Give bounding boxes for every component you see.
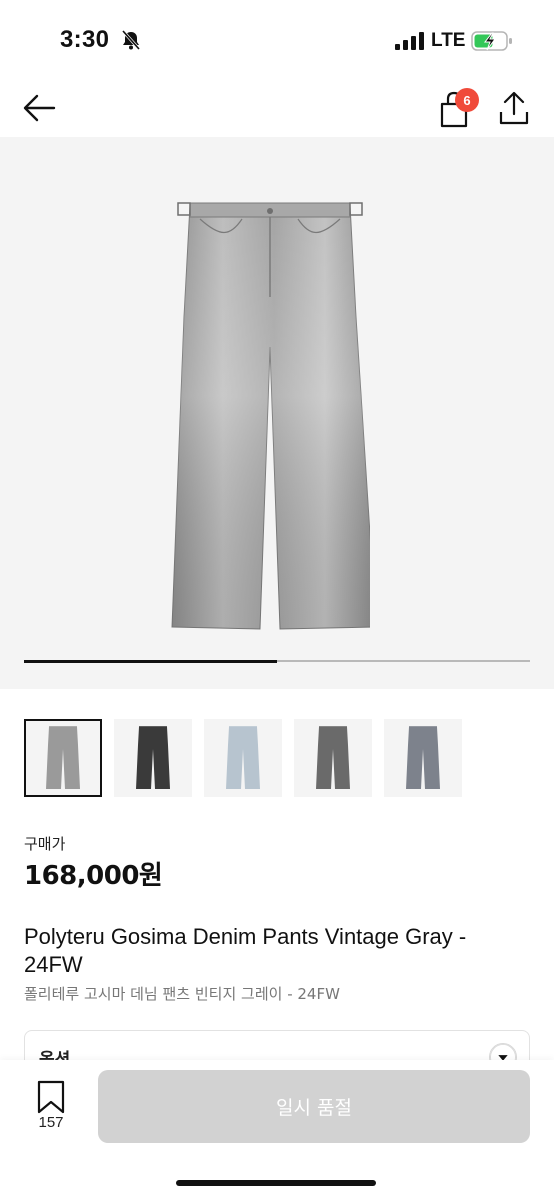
thumbnail-jeans-image (136, 726, 170, 789)
price-label: 구매가 (24, 835, 66, 853)
product-image (171, 202, 370, 630)
thumbnail-3[interactable] (204, 719, 282, 797)
back-arrow-icon[interactable] (20, 90, 60, 126)
thumbnail-jeans-image (226, 726, 260, 789)
gallery-progress-track (24, 659, 530, 663)
bell-off-icon (121, 30, 141, 50)
bottom-action-bar: 157 일시 품절 (0, 1060, 554, 1200)
status-bar: 3:30 LTE (0, 0, 554, 80)
status-time: 3:30 (60, 26, 110, 53)
soldout-button[interactable]: 일시 품절 (98, 1070, 530, 1143)
thumbnail-1[interactable] (24, 719, 102, 797)
gallery-progress-fill (24, 659, 277, 663)
price-value: 168,000원 (24, 861, 163, 891)
bookmark-icon[interactable] (36, 1080, 66, 1114)
product-image-gallery[interactable] (0, 137, 554, 689)
battery-charging-icon (471, 31, 512, 51)
thumbnail-5[interactable] (384, 719, 462, 797)
signal-icon (395, 32, 424, 50)
network-type: LTE (431, 30, 466, 51)
wish-count: 157 (38, 1114, 64, 1131)
thumbnail-2[interactable] (114, 719, 192, 797)
cart-count-badge: 6 (455, 88, 479, 112)
thumbnail-jeans-image (316, 726, 350, 789)
thumbnail-jeans-image (46, 726, 80, 789)
thumbnail-strip (24, 719, 530, 799)
share-icon[interactable] (496, 88, 532, 128)
product-subtitle: 폴리테루 고시마 데님 팬츠 빈티지 그레이 - 24FW (24, 985, 340, 1003)
home-indicator (176, 1180, 376, 1186)
thumbnail-4[interactable] (294, 719, 372, 797)
thumbnail-jeans-image (406, 726, 440, 789)
product-title: Polyteru Gosima Denim Pants Vintage Gray… (24, 924, 467, 977)
